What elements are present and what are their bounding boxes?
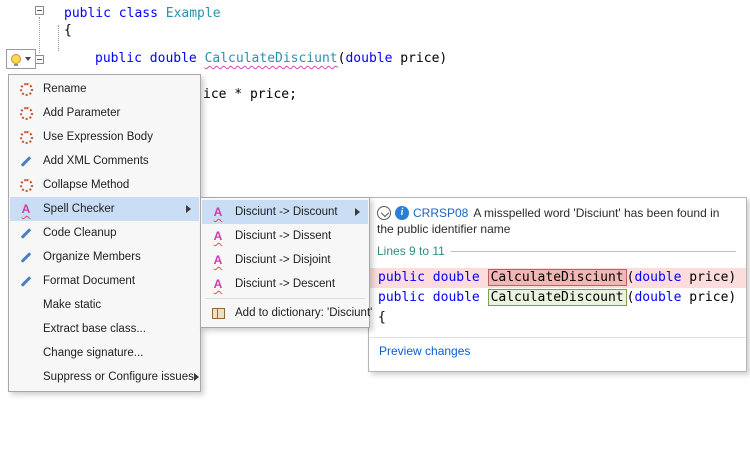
diff-brace-line: {	[369, 308, 746, 328]
brace-token: {	[64, 23, 72, 38]
keyword-token: public double	[95, 51, 205, 66]
keyword-token: public class	[64, 6, 166, 21]
menu-item-label: Disciunt -> Discount	[235, 206, 338, 218]
menu-item-label: Collapse Method	[43, 179, 129, 191]
code-line-method-signature[interactable]: public double CalculateDisciunt(double p…	[95, 51, 447, 66]
menu-item-spell-checker[interactable]: Spell Checker	[10, 197, 199, 221]
chevron-down-circle-icon[interactable]	[377, 206, 391, 220]
lines-range-label: Lines 9 to 11	[377, 244, 445, 258]
menu-item-add-xml-comments[interactable]: Add XML Comments	[10, 149, 199, 173]
menu-item-label: Disciunt -> Descent	[235, 278, 335, 290]
submenu-item-disjoint[interactable]: Disciunt -> Disjoint	[202, 248, 368, 272]
menu-item-label: Add Parameter	[43, 107, 120, 119]
indent-guide-line	[58, 25, 59, 51]
divider-line	[451, 251, 736, 252]
menu-item-label: Organize Members	[43, 251, 141, 263]
outline-guide-line	[39, 17, 40, 53]
menu-item-use-expression-body[interactable]: Use Expression Body	[10, 125, 199, 149]
menu-item-change-signature[interactable]: Change signature...	[10, 341, 199, 365]
menu-item-make-static[interactable]: Make static	[10, 293, 199, 317]
diagnostic-code: CRRSP08	[413, 206, 468, 220]
keyword-token: public double	[378, 270, 488, 285]
refactor-gear-icon	[15, 83, 37, 96]
submenu-item-discount[interactable]: Disciunt -> Discount	[202, 200, 368, 224]
code-fix-pencil-icon	[15, 160, 37, 163]
keyword-token: double	[345, 51, 392, 66]
menu-item-label: Rename	[43, 83, 86, 95]
submenu-arrow-icon	[194, 373, 199, 381]
menu-item-label: Add XML Comments	[43, 155, 149, 167]
submenu-arrow-icon	[355, 208, 360, 216]
param-token: price)	[681, 270, 736, 285]
menu-item-label: Code Cleanup	[43, 227, 117, 239]
code-line-partial-statement[interactable]: ice * price;	[203, 87, 297, 102]
menu-item-suppress-or-configure[interactable]: Suppress or Configure issues	[10, 365, 199, 389]
outline-collapse-icon[interactable]	[35, 6, 44, 15]
outline-collapse-icon[interactable]	[35, 55, 44, 64]
lines-range-row: Lines 9 to 11	[377, 244, 736, 258]
diff-added-line: public double CalculateDiscount(double p…	[369, 288, 746, 308]
menu-item-label: Suppress or Configure issues	[43, 371, 194, 383]
spell-checker-icon	[207, 206, 229, 218]
menu-item-label: Format Document	[43, 275, 135, 287]
keyword-token: public double	[378, 290, 488, 305]
menu-item-organize-members[interactable]: Organize Members	[10, 245, 199, 269]
submenu-item-add-to-dictionary[interactable]: Add to dictionary: 'Disciunt'	[202, 301, 368, 325]
chevron-down-icon[interactable]	[25, 57, 31, 61]
submenu-item-dissent[interactable]: Disciunt -> Dissent	[202, 224, 368, 248]
code-diff-preview: public double CalculateDisciunt(double p…	[369, 268, 746, 328]
diagnostic-header: CRRSP08A misspelled word 'Disciunt' has …	[369, 198, 746, 237]
statement-token: ice * price;	[203, 87, 297, 102]
param-token: price)	[392, 51, 447, 66]
code-fix-pencil-icon	[15, 280, 37, 283]
info-icon	[395, 206, 409, 220]
spell-checker-submenu: Disciunt -> Discount Disciunt -> Dissent…	[200, 197, 370, 328]
code-line-class-declaration[interactable]: public class Example	[64, 6, 221, 21]
refactor-gear-icon	[15, 107, 37, 120]
menu-item-label: Spell Checker	[43, 203, 115, 215]
menu-item-collapse-method[interactable]: Collapse Method	[10, 173, 199, 197]
menu-item-label: Extract base class...	[43, 323, 146, 335]
brace-token: {	[378, 310, 386, 325]
keyword-token: double	[634, 290, 681, 305]
misspelled-method-name-token: CalculateDisciunt	[205, 51, 338, 66]
menu-item-label: Use Expression Body	[43, 131, 153, 143]
removed-identifier-token: CalculateDisciunt	[488, 269, 627, 286]
diagnostic-preview-panel: CRRSP08A misspelled word 'Disciunt' has …	[368, 197, 747, 372]
added-identifier-token: CalculateDiscount	[488, 289, 627, 306]
menu-separator	[205, 298, 365, 299]
preview-changes-link[interactable]: Preview changes	[379, 344, 470, 358]
lightbulb-icon	[11, 54, 21, 64]
menu-item-code-cleanup[interactable]: Code Cleanup	[10, 221, 199, 245]
code-fix-pencil-icon	[15, 232, 37, 235]
menu-item-extract-base-class[interactable]: Extract base class...	[10, 317, 199, 341]
code-fix-pencil-icon	[15, 256, 37, 259]
refactor-gear-icon	[15, 179, 37, 192]
submenu-item-descent[interactable]: Disciunt -> Descent	[202, 272, 368, 296]
param-token: price)	[681, 290, 736, 305]
menu-item-label: Disciunt -> Dissent	[235, 230, 331, 242]
dictionary-book-icon	[207, 308, 229, 319]
menu-item-rename[interactable]: Rename	[10, 77, 199, 101]
refactor-gear-icon	[15, 131, 37, 144]
diff-removed-line: public double CalculateDisciunt(double p…	[369, 268, 746, 288]
menu-item-label: Change signature...	[43, 347, 143, 359]
submenu-arrow-icon	[186, 205, 191, 213]
class-name-token: Example	[166, 6, 221, 21]
preview-footer: Preview changes	[369, 337, 746, 364]
keyword-token: double	[634, 270, 681, 285]
menu-item-add-parameter[interactable]: Add Parameter	[10, 101, 199, 125]
spell-checker-icon	[15, 203, 37, 215]
refactoring-context-menu: Rename Add Parameter Use Expression Body…	[8, 74, 201, 392]
code-line-open-brace[interactable]: {	[64, 23, 72, 38]
quick-actions-lightbulb[interactable]	[6, 49, 36, 69]
menu-item-label: Add to dictionary: 'Disciunt'	[235, 307, 372, 319]
menu-item-label: Disciunt -> Disjoint	[235, 254, 331, 266]
menu-item-label: Make static	[43, 299, 101, 311]
menu-item-format-document[interactable]: Format Document	[10, 269, 199, 293]
spell-checker-icon	[207, 230, 229, 242]
spell-checker-icon	[207, 278, 229, 290]
spell-checker-icon	[207, 254, 229, 266]
